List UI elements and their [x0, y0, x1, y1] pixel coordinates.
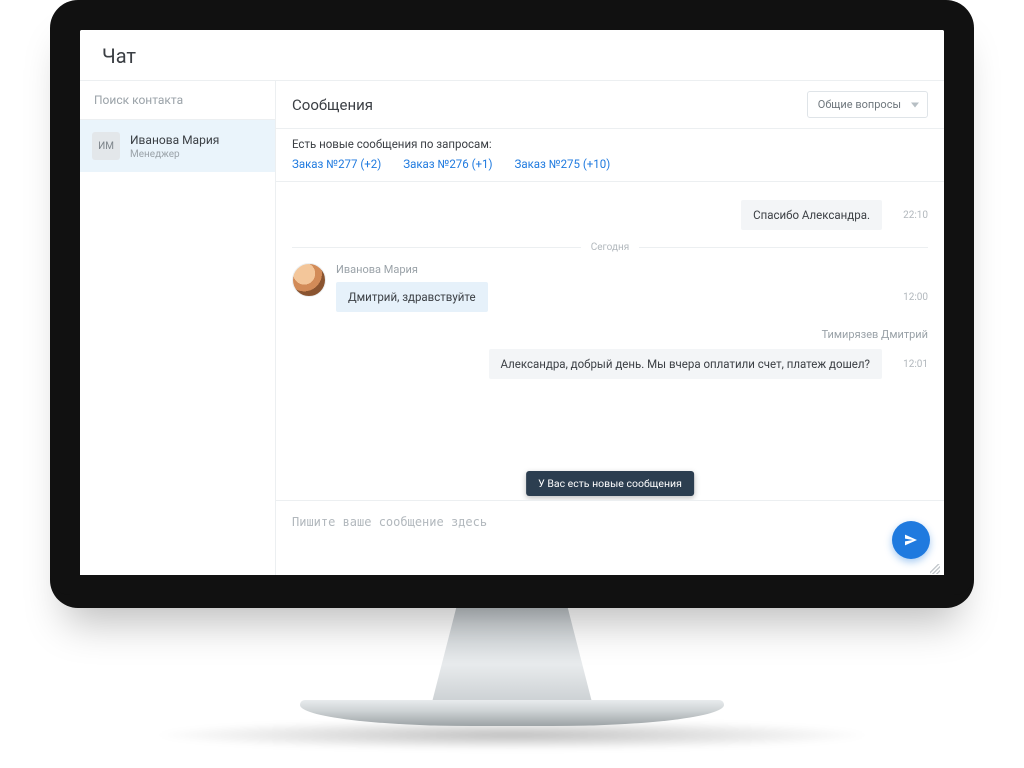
monitor-stand-neck [430, 595, 594, 710]
order-link[interactable]: Заказ №276 (+1) [403, 157, 492, 171]
order-link[interactable]: Заказ №275 (+10) [515, 157, 611, 171]
message-bubble: Дмитрий, здравствуйте [336, 282, 488, 312]
message-row-outgoing: Иванова Мария Дмитрий, здравствуйте 12:0… [292, 263, 928, 312]
order-link[interactable]: Заказ №277 (+2) [292, 157, 381, 171]
day-separator: Сегодня [292, 242, 928, 253]
send-icon [903, 532, 919, 548]
app-body: Поиск контакта ИМ Иванова Мария Менеджер… [80, 81, 944, 578]
message-row-incoming: Александра, добрый день. Мы вчера оплати… [292, 349, 928, 379]
sender-name: Иванова Мария [336, 263, 928, 276]
message-row-incoming: Спасибо Александра. 22:10 [292, 200, 928, 230]
filter-dropdown[interactable]: Общие вопросы [807, 91, 928, 118]
chat-main: Сообщения Общие вопросы Есть новые сообщ… [276, 81, 944, 578]
chevron-down-icon [911, 102, 919, 107]
notice-links: Заказ №277 (+2) Заказ №276 (+1) Заказ №2… [292, 157, 928, 171]
sender-avatar [292, 263, 326, 297]
resize-handle[interactable] [930, 564, 940, 574]
contact-list-item[interactable]: ИМ Иванова Мария Менеджер [80, 120, 275, 172]
chat-title: Сообщения [292, 96, 373, 114]
send-button[interactable] [892, 521, 930, 559]
page-title: Чат [80, 30, 944, 81]
contact-avatar: ИМ [92, 132, 120, 160]
message-time: 12:00 [898, 292, 928, 303]
new-messages-notice: Есть новые сообщения по запросам: Заказ … [276, 129, 944, 182]
message-time: 22:10 [898, 210, 928, 221]
chat-header: Сообщения Общие вопросы [276, 81, 944, 129]
message-composer [276, 500, 944, 578]
sender-name: Тимирязев Дмитрий [292, 328, 928, 341]
notice-heading: Есть новые сообщения по запросам: [292, 137, 928, 151]
contact-search[interactable]: Поиск контакта [80, 81, 275, 120]
sidebar: Поиск контакта ИМ Иванова Мария Менеджер [80, 81, 276, 578]
message-bubble: Спасибо Александра. [741, 200, 882, 230]
message-input[interactable] [292, 515, 890, 543]
contact-name: Иванова Мария [130, 133, 219, 147]
filter-dropdown-label: Общие вопросы [818, 98, 901, 111]
message-bubble: Александра, добрый день. Мы вчера оплати… [489, 349, 882, 379]
monitor-chin [50, 575, 974, 595]
screen: Чат Поиск контакта ИМ Иванова Мария Мене… [80, 30, 944, 578]
monitor-frame: Чат Поиск контакта ИМ Иванова Мария Мене… [50, 0, 974, 608]
day-separator-label: Сегодня [591, 242, 630, 253]
message-time: 12:01 [898, 359, 928, 370]
contact-meta: Иванова Мария Менеджер [130, 133, 219, 160]
new-messages-tooltip[interactable]: У Вас есть новые сообщения [526, 471, 694, 496]
message-thread[interactable]: Спасибо Александра. 22:10 Сегодня Иванов… [276, 182, 944, 500]
contact-role: Менеджер [130, 149, 219, 160]
